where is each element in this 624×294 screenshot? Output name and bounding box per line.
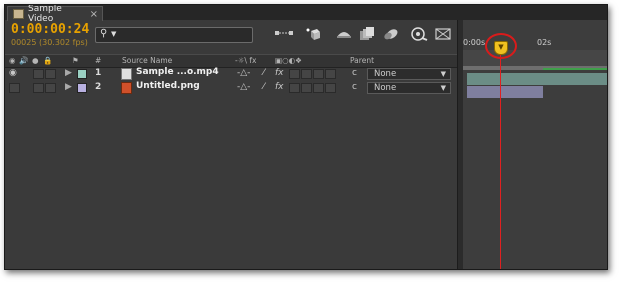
switch-box[interactable]	[289, 69, 300, 79]
current-time-display[interactable]: 0:00:00:24	[11, 22, 89, 37]
shy-switch-icon[interactable]: -△-	[237, 68, 250, 78]
switch-box[interactable]	[301, 83, 312, 93]
timeline-panel: Sample Video × 0:00:00:24 00025 (30.302 …	[4, 4, 608, 270]
ruler-start-label: 0:00s	[463, 38, 486, 47]
hide-shy-layers-icon[interactable]	[335, 27, 353, 41]
visibility-checkbox[interactable]	[9, 83, 20, 93]
effects-switch[interactable]: fx	[275, 68, 284, 78]
switch-box[interactable]	[313, 69, 324, 79]
pick-whip-icon[interactable]: ϲ	[352, 68, 357, 78]
render-cache-indicator	[543, 68, 607, 70]
composition-mini-flowchart-icon[interactable]	[275, 27, 293, 41]
layer-number: 2	[95, 82, 102, 92]
lock-checkbox[interactable]	[45, 69, 56, 79]
layer-column-header: ◉ 🔊 ● 🔒 ⚑ # Source Name ‑☼\ fx ▣○◐❖ Pare…	[5, 54, 457, 68]
time-ruler[interactable]	[463, 50, 607, 67]
composition-icon	[13, 9, 24, 19]
solo-icon[interactable]: ●	[32, 56, 39, 65]
chevron-down-icon: ▼	[440, 84, 446, 92]
column-number[interactable]: #	[95, 56, 101, 65]
frame-blending-icon[interactable]	[359, 27, 375, 41]
tab-sample-video[interactable]: Sample Video ×	[7, 4, 103, 24]
layer-row[interactable]: ◉ ▶ 1 Sample ...o.mp4 -△- ⁄ fx ϲ None ▼	[5, 67, 457, 80]
switch-box[interactable]	[325, 83, 336, 93]
switch-box[interactable]	[325, 69, 336, 79]
frame-rate-info: 00025 (30.302 fps)	[11, 38, 88, 47]
effects-switch[interactable]: fx	[275, 82, 284, 92]
layer-source-name[interactable]: Untitled.png	[136, 81, 200, 91]
layer-number: 1	[95, 68, 102, 78]
draft-3d-icon[interactable]	[305, 27, 321, 41]
column-source-name[interactable]: Source Name	[122, 56, 172, 65]
layer-source-name[interactable]: Sample ...o.mp4	[136, 67, 219, 77]
layer-duration-bar[interactable]	[467, 73, 607, 85]
frame-blend-switch-icon: ▣○◐❖	[275, 56, 302, 65]
search-icon: ⚲	[100, 28, 108, 39]
switch-box[interactable]	[289, 83, 300, 93]
parent-select[interactable]: None ▼	[367, 68, 451, 80]
eye-icon[interactable]: ◉	[9, 68, 17, 78]
quality-switch-icon[interactable]: ⁄	[263, 82, 265, 92]
chevron-down-icon[interactable]: ▼	[111, 30, 116, 38]
chevron-down-icon: ▼	[440, 70, 446, 78]
label-tag-icon[interactable]: ⚑	[72, 56, 79, 65]
timeline-area[interactable]: 0:00s 02s ▼	[463, 20, 607, 269]
switch-box[interactable]	[301, 69, 312, 79]
shy-switch-icon[interactable]: -△-	[237, 82, 250, 92]
ruler-mark-label: 02s	[537, 38, 552, 47]
column-parent[interactable]: Parent	[350, 56, 374, 65]
video-file-icon	[121, 68, 132, 80]
tab-title: Sample Video	[28, 4, 62, 24]
lock-checkbox[interactable]	[45, 83, 56, 93]
speaker-icon[interactable]: 🔊	[19, 56, 28, 65]
current-time-indicator-line[interactable]	[500, 52, 501, 269]
layer-duration-bar[interactable]	[467, 86, 543, 98]
parent-value: None	[374, 69, 397, 79]
graph-editor-icon[interactable]	[410, 27, 428, 41]
label-color-swatch[interactable]	[77, 83, 87, 93]
eye-icon[interactable]: ◉	[9, 56, 16, 65]
label-color-swatch[interactable]	[77, 69, 87, 79]
panel-tab-bar: Sample Video ×	[5, 4, 607, 24]
solo-checkbox[interactable]	[33, 69, 44, 79]
switch-box[interactable]	[313, 83, 324, 93]
brainstorm-icon[interactable]	[435, 27, 453, 41]
lock-icon[interactable]: 🔒	[43, 56, 52, 65]
layer-row[interactable]: ▶ 2 Untitled.png -△- ⁄ fx ϲ None ▼	[5, 81, 457, 94]
image-file-icon	[121, 82, 132, 94]
search-input[interactable]: ⚲ ▼	[95, 27, 253, 43]
solo-checkbox[interactable]	[33, 83, 44, 93]
parent-select[interactable]: None ▼	[367, 82, 451, 94]
chevron-right-icon[interactable]: ▶	[65, 82, 72, 92]
quality-switch-icon[interactable]: ⁄	[263, 68, 265, 78]
close-icon[interactable]: ×	[90, 9, 98, 20]
chevron-right-icon[interactable]: ▶	[65, 68, 72, 78]
switches-header[interactable]: ‑☼\ fx	[235, 56, 256, 65]
pick-whip-icon[interactable]: ϲ	[352, 82, 357, 92]
parent-value: None	[374, 83, 397, 93]
motion-blur-icon[interactable]	[383, 27, 399, 41]
highlight-circle	[485, 33, 517, 59]
